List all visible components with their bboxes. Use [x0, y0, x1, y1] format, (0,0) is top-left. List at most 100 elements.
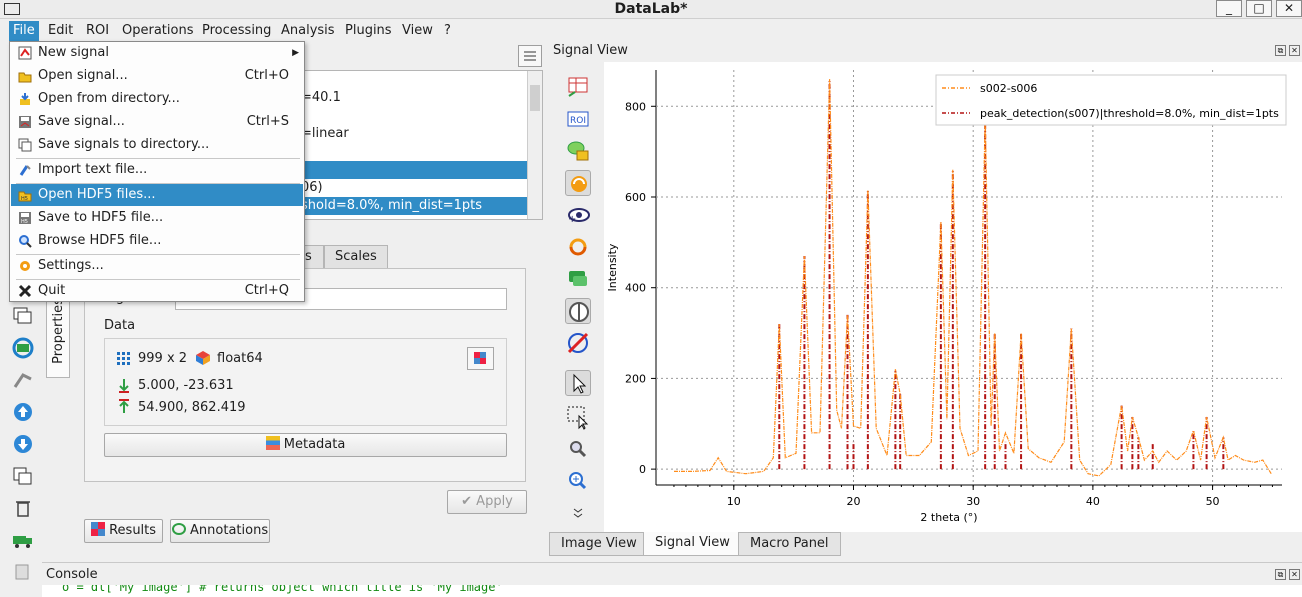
list-item[interactable]: =linear — [301, 125, 527, 143]
submenu-arrow-icon: ▶ — [292, 48, 299, 58]
menu-file[interactable]: File — [9, 21, 39, 41]
min-icon — [116, 377, 132, 393]
close-panel-icon[interactable]: ✕ — [1289, 45, 1300, 56]
console-output[interactable]: o = dl['My image'] # returns object whic… — [42, 585, 1302, 597]
list-scrollbar[interactable] — [527, 71, 542, 219]
tab-macro-panel[interactable]: Macro Panel — [738, 532, 841, 556]
results-button[interactable]: Results — [84, 519, 163, 543]
window-titlebar: DataLab* _ □ ✕ — [0, 0, 1302, 19]
menu-item-settings[interactable]: Settings... — [11, 255, 303, 277]
menu-item-open-signal[interactable]: Open signal... Ctrl+O — [11, 65, 303, 87]
refresh-icon[interactable] — [11, 337, 35, 359]
annotation-tool-icon[interactable] — [565, 138, 591, 164]
menu-item-browse-hdf5[interactable]: Browse HDF5 file... — [11, 230, 303, 252]
target-icon[interactable] — [565, 330, 591, 356]
menu-analysis[interactable]: Analysis — [277, 21, 339, 41]
minimize-button[interactable]: _ — [1216, 0, 1242, 17]
roi-icon[interactable]: ROI — [565, 106, 591, 132]
apply-button[interactable]: ✔ Apply — [447, 490, 527, 514]
contrast-icon[interactable] — [565, 298, 591, 324]
table-icon — [474, 352, 486, 364]
save-hdf5-icon: H5 — [19, 212, 31, 225]
settings-icon — [20, 261, 30, 271]
list-item[interactable] — [301, 161, 527, 179]
menu-item-import-text[interactable]: Import text file... — [11, 159, 303, 181]
rect-select-icon[interactable] — [565, 404, 591, 430]
move-up-icon[interactable] — [11, 401, 35, 423]
legend-label-s2: peak_detection(s007)|threshold=8.0%, min… — [980, 107, 1279, 120]
menu-help[interactable]: ? — [440, 21, 455, 41]
new-signal-icon — [18, 46, 32, 60]
paste-icon[interactable] — [11, 561, 35, 583]
import-icon[interactable] — [11, 369, 35, 391]
chart-svg[interactable]: 10 20 30 40 50 0 200 400 600 800 2 theta (°) Intens… — [604, 62, 1302, 532]
series-line-s002-s006 — [674, 79, 1272, 477]
console-panel: Console ⧉ ✕ o = dl['My image'] # returns… — [42, 562, 1302, 597]
menu-item-save-signal[interactable]: Save signal... Ctrl+S — [11, 111, 303, 133]
trash-icon[interactable] — [11, 497, 35, 519]
autoscale-icon[interactable] — [565, 170, 591, 196]
svg-text:H5: H5 — [21, 219, 28, 225]
menu-view[interactable]: View — [398, 21, 437, 41]
menu-processing[interactable]: Processing — [198, 21, 275, 41]
metadata-button[interactable]: Metadata — [104, 433, 507, 457]
float-console-icon[interactable]: ⧉ — [1275, 569, 1286, 580]
list-options-icon[interactable] — [518, 45, 542, 67]
check-icon: ✔ — [461, 494, 473, 509]
data-label: Data — [104, 318, 136, 333]
menu-item-new-signal[interactable]: New signal ▶ — [11, 42, 303, 64]
tab-image-view[interactable]: Image View — [549, 532, 649, 556]
signal-plot[interactable]: 10 20 30 40 50 0 200 400 600 800 2 theta (°) Intens… — [604, 62, 1302, 532]
x-tick-label: 30 — [966, 495, 980, 508]
list-item[interactable] — [301, 143, 527, 161]
truck-icon[interactable] — [11, 529, 35, 551]
menu-roi[interactable]: ROI — [82, 21, 113, 41]
annotations-button[interactable]: Annotations — [170, 519, 270, 543]
copy-icon[interactable] — [11, 465, 35, 487]
legend-label-s1: s002-s006 — [980, 82, 1037, 95]
sync-icon[interactable] — [565, 234, 591, 260]
console-title: Console — [46, 567, 98, 582]
x-tick-label: 10 — [727, 495, 741, 508]
menu-item-quit[interactable]: Quit Ctrl+Q — [11, 280, 303, 302]
menu-item-open-hdf5[interactable]: H5 Open HDF5 files... — [11, 184, 303, 206]
list-item[interactable]: 06) — [301, 179, 527, 197]
duplicate-icon[interactable] — [11, 305, 35, 327]
x-tick-label: 40 — [1086, 495, 1100, 508]
open-directory-icon — [20, 93, 30, 105]
menu-item-save-directory[interactable]: Save signals to directory... — [11, 134, 303, 156]
close-window-button[interactable]: ✕ — [1276, 0, 1302, 17]
pointer-icon[interactable] — [565, 370, 591, 396]
list-item[interactable]: shold=8.0%, min_dist=1pts — [301, 197, 527, 215]
open-folder-icon — [18, 72, 32, 83]
float-panel-icon[interactable]: ⧉ — [1275, 45, 1286, 56]
menu-item-save-hdf5[interactable]: H5 Save to HDF5 file... — [11, 207, 303, 229]
results-icon — [90, 522, 105, 536]
maximize-button[interactable]: □ — [1246, 0, 1272, 17]
max-icon — [116, 399, 132, 415]
close-console-icon[interactable]: ✕ — [1289, 569, 1300, 580]
tab-scales[interactable]: Scales — [324, 245, 388, 269]
annotation-icon — [171, 523, 186, 535]
menu-edit[interactable]: Edit — [44, 21, 77, 41]
scroll-thumb[interactable] — [530, 85, 540, 111]
xy-min-value: 5.000, -23.631 — [138, 378, 234, 393]
list-item[interactable]: =40.1 — [301, 89, 527, 107]
menu-item-open-directory[interactable]: Open from directory... — [11, 88, 303, 110]
tab-signal-view[interactable]: Signal View — [643, 532, 742, 556]
move-down-icon[interactable] — [11, 433, 35, 455]
zoom-in-icon[interactable] — [565, 468, 591, 494]
data-table-icon[interactable] — [565, 74, 591, 100]
view-data-button[interactable] — [467, 347, 494, 370]
view-icon[interactable]: + — [565, 202, 591, 228]
signal-list[interactable]: =40.1 =linear 06) shold=8.0%, min_dist=1… — [300, 70, 543, 220]
chevron-down-icon[interactable] — [565, 502, 591, 528]
menu-plugins[interactable]: Plugins — [341, 21, 396, 41]
window-title: DataLab* — [614, 1, 688, 17]
zoom-icon[interactable] — [565, 436, 591, 462]
comment-icon[interactable] — [565, 266, 591, 292]
menu-operations[interactable]: Operations — [118, 21, 197, 41]
array-shape-icon — [116, 351, 132, 367]
list-item[interactable] — [301, 107, 527, 125]
y-tick-label: 0 — [639, 463, 646, 476]
